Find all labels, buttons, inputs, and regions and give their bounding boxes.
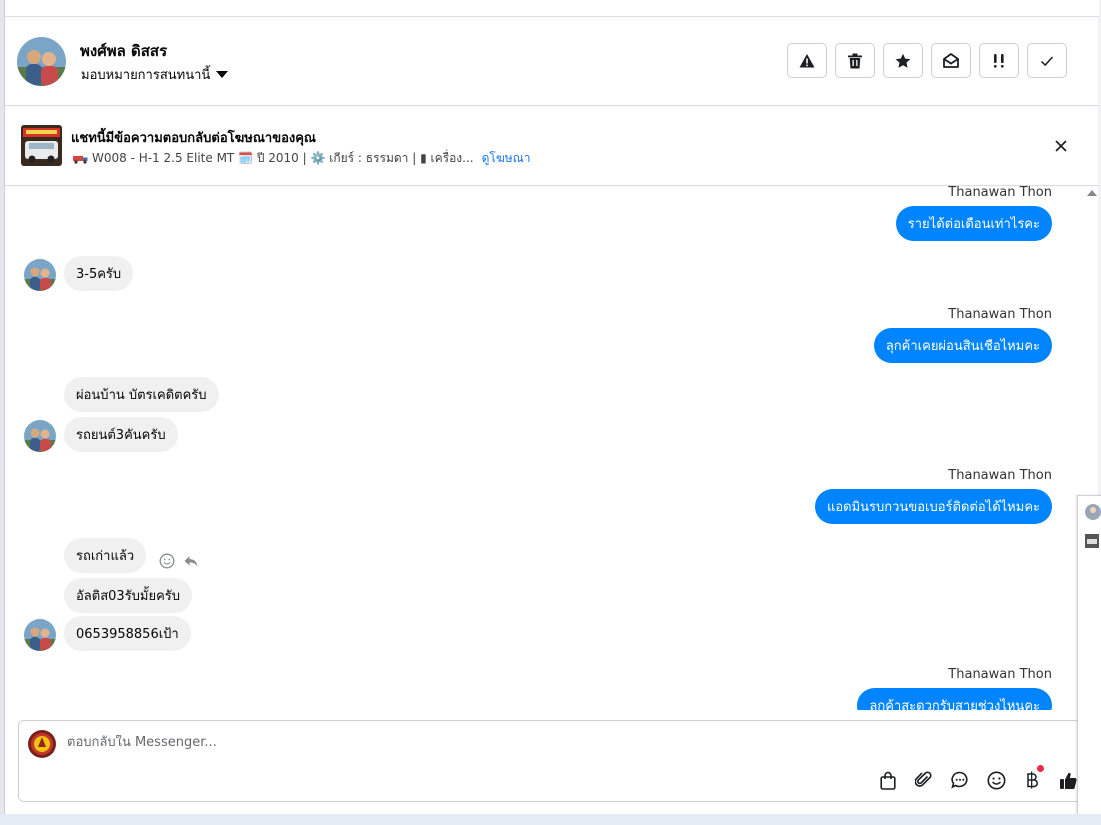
priority-icon: [994, 53, 1004, 68]
message-outgoing[interactable]: ลุกค้าเคยผ่อนสินเชือไหมคะ: [873, 328, 1052, 363]
ad-context-bar: แชทนี้มีข้อความตอบกลับต่อโฆษณาของคุณ W00…: [5, 106, 1099, 186]
conversation-header: พงศ์พล ดิสสร มอบหมายการสนทนานี้: [5, 17, 1099, 106]
follow-up-button[interactable]: [979, 43, 1019, 78]
truck-icon: [73, 155, 88, 164]
page-avatar: [28, 730, 56, 758]
top-strip: [5, 0, 1099, 17]
bottom-strip: [0, 814, 1101, 825]
assign-label: มอบหมายการสนทนานี้: [81, 68, 211, 83]
contact-avatar-small: [24, 619, 56, 651]
like-button[interactable]: [1057, 769, 1079, 791]
ad-thumbnail[interactable]: [21, 125, 62, 166]
payment-button[interactable]: [1021, 765, 1044, 791]
side-thumbnail: [1085, 534, 1099, 548]
message-incoming[interactable]: 3-5ครับ: [64, 256, 134, 291]
ad-details-text: W008 - H-1 2.5 Elite MT 🗓️ ปี 2010 | ⚙️ …: [92, 151, 474, 165]
scroll-up-arrow-icon[interactable]: [1087, 190, 1097, 196]
message-incoming[interactable]: ผ่อนบ้าน บัตรเคดิตครับ: [64, 377, 219, 412]
contact-avatar-small: [24, 259, 56, 291]
close-ad-bar-button[interactable]: [1051, 136, 1071, 156]
close-icon: [1055, 140, 1067, 152]
trash-icon: [848, 53, 862, 68]
message-hover-tools: [159, 553, 199, 569]
warning-icon: [799, 53, 815, 67]
react-emoji-icon[interactable]: [159, 553, 175, 569]
star-button[interactable]: [883, 43, 923, 78]
sender-name: Thanawan Thon: [948, 667, 1052, 682]
notification-dot: [1037, 765, 1044, 772]
message-incoming[interactable]: 0653958856เป้า: [64, 616, 191, 651]
sender-name: Thanawan Thon: [948, 307, 1052, 322]
assign-conversation-dropdown[interactable]: มอบหมายการสนทนานี้: [81, 64, 229, 85]
envelope-open-icon: [943, 53, 959, 68]
report-spam-button[interactable]: [787, 43, 827, 78]
chat-bubble-icon: [951, 771, 968, 789]
ad-details: W008 - H-1 2.5 Elite MT 🗓️ ปี 2010 | ⚙️ …: [73, 149, 531, 168]
reply-input[interactable]: [67, 735, 767, 750]
reply-composer: [18, 720, 1088, 802]
attach-button[interactable]: [913, 769, 935, 791]
ad-title: แชทนี้มีข้อความตอบกลับต่อโฆษณาของคุณ: [71, 131, 316, 146]
check-icon: [1040, 55, 1054, 66]
star-icon: [895, 53, 911, 68]
delete-button[interactable]: [835, 43, 875, 78]
caret-down-icon: [216, 71, 229, 78]
emoji-button[interactable]: [985, 769, 1007, 791]
conversation-panel: พงศ์พล ดิสสร มอบหมายการสนทนานี้ แชทนี้มี…: [4, 0, 1099, 825]
message-incoming[interactable]: อัลติส03รับมั้ยครับ: [64, 578, 193, 613]
reply-icon[interactable]: [183, 553, 199, 569]
message-incoming[interactable]: รถเก่าแล้ว: [64, 538, 147, 573]
emoji-icon: [987, 771, 1005, 789]
saved-replies-button[interactable]: [949, 769, 971, 791]
mark-done-button[interactable]: [1027, 43, 1067, 78]
side-chat-panel[interactable]: [1077, 495, 1101, 825]
message-outgoing[interactable]: แอดมินรบกวนขอเบอร์ติดต่อได้ไหมคะ: [814, 489, 1052, 524]
sender-name: Thanawan Thon: [948, 186, 1052, 200]
contact-avatar[interactable]: [17, 37, 66, 86]
thumbs-up-icon: [1059, 772, 1077, 789]
paperclip-icon: [915, 771, 932, 787]
shopping-bag-icon: [880, 771, 896, 790]
header-actions: [787, 43, 1067, 78]
contact-avatar-small: [24, 420, 56, 452]
message-incoming[interactable]: รถยนต์3คันครับ: [64, 417, 178, 452]
view-ad-link[interactable]: ดูโฆษณา: [482, 149, 531, 168]
sender-name: Thanawan Thon: [948, 468, 1052, 483]
message-list[interactable]: Thanawan Thon รายได้ต่อเดือนเท่าไรคะ 3-5…: [5, 186, 1085, 710]
shop-button[interactable]: [877, 769, 899, 791]
message-outgoing[interactable]: รายได้ต่อเดือนเท่าไรคะ: [895, 206, 1052, 241]
baht-icon: [1027, 771, 1038, 789]
mark-unread-button[interactable]: [931, 43, 971, 78]
message-outgoing[interactable]: ลูกค้าสะดวกรับสายช่วงไหนคะ: [857, 688, 1052, 710]
side-avatar: [1085, 504, 1101, 520]
composer-tools: [877, 765, 1079, 791]
contact-name[interactable]: พงศ์พล ดิสสร: [80, 39, 167, 63]
